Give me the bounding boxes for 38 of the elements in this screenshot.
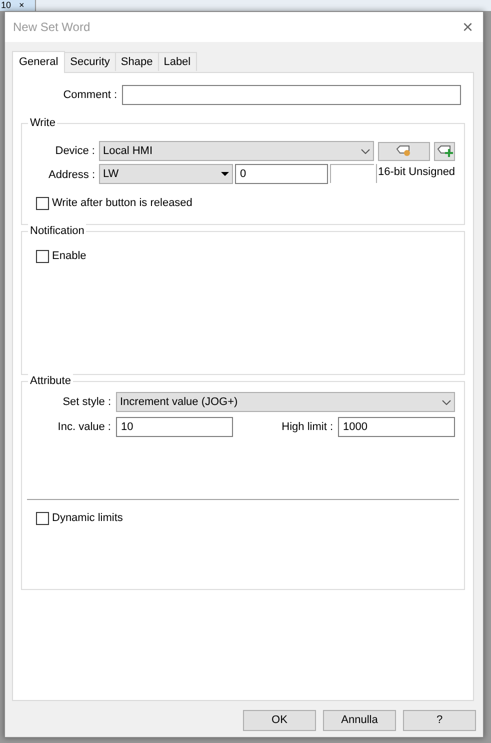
tab-label: 10 [1, 0, 12, 11]
add-tag-button[interactable] [434, 142, 455, 160]
background-tab[interactable]: 10 × [0, 0, 36, 11]
dropdown[interactable]: Increment value (JOG+) [116, 392, 455, 412]
dialog-button[interactable]: ? [403, 710, 476, 731]
tag-settings-button[interactable] [378, 142, 430, 160]
checkbox-label: Write after button is released [52, 196, 192, 211]
field-label: High limit : [280, 420, 333, 435]
input-field[interactable] [122, 85, 461, 105]
tab[interactable]: General [12, 51, 66, 73]
checkbox[interactable] [36, 196, 49, 210]
input-field[interactable]: 0 [235, 164, 328, 184]
input-field[interactable]: 10 [116, 417, 233, 437]
checkbox-label: Dynamic limits [52, 511, 123, 526]
field-label: Device : [54, 144, 95, 159]
chevron-down-icon [442, 400, 451, 404]
window-title: New Set Word [13, 19, 90, 36]
checkbox-label: Enable [52, 249, 86, 264]
close-button[interactable]: × [462, 18, 473, 36]
chevron-down-icon [361, 148, 370, 154]
input-field[interactable]: 1000 [338, 417, 455, 437]
field-label: Set style : [62, 394, 111, 410]
dialog-button[interactable]: Annulla [323, 710, 396, 731]
dropdown[interactable]: LW [99, 164, 233, 184]
triangle-down-icon [221, 172, 229, 176]
dropdown[interactable]: Local HMI [99, 141, 374, 161]
tag-icon [396, 145, 412, 157]
tab[interactable]: Label [158, 52, 197, 71]
dialog-button[interactable]: OK [243, 710, 316, 731]
field-label: Inc. value : [56, 420, 111, 435]
field-label: Comment : [62, 88, 117, 103]
field-label: Address : [48, 168, 95, 183]
input-field[interactable] [330, 164, 374, 183]
tag-add-icon [436, 145, 452, 157]
data-format-label: 16-bit Unsigned [376, 164, 456, 183]
checkbox[interactable] [36, 250, 49, 263]
close-icon[interactable]: × [19, 0, 24, 11]
checkbox[interactable] [36, 512, 49, 525]
